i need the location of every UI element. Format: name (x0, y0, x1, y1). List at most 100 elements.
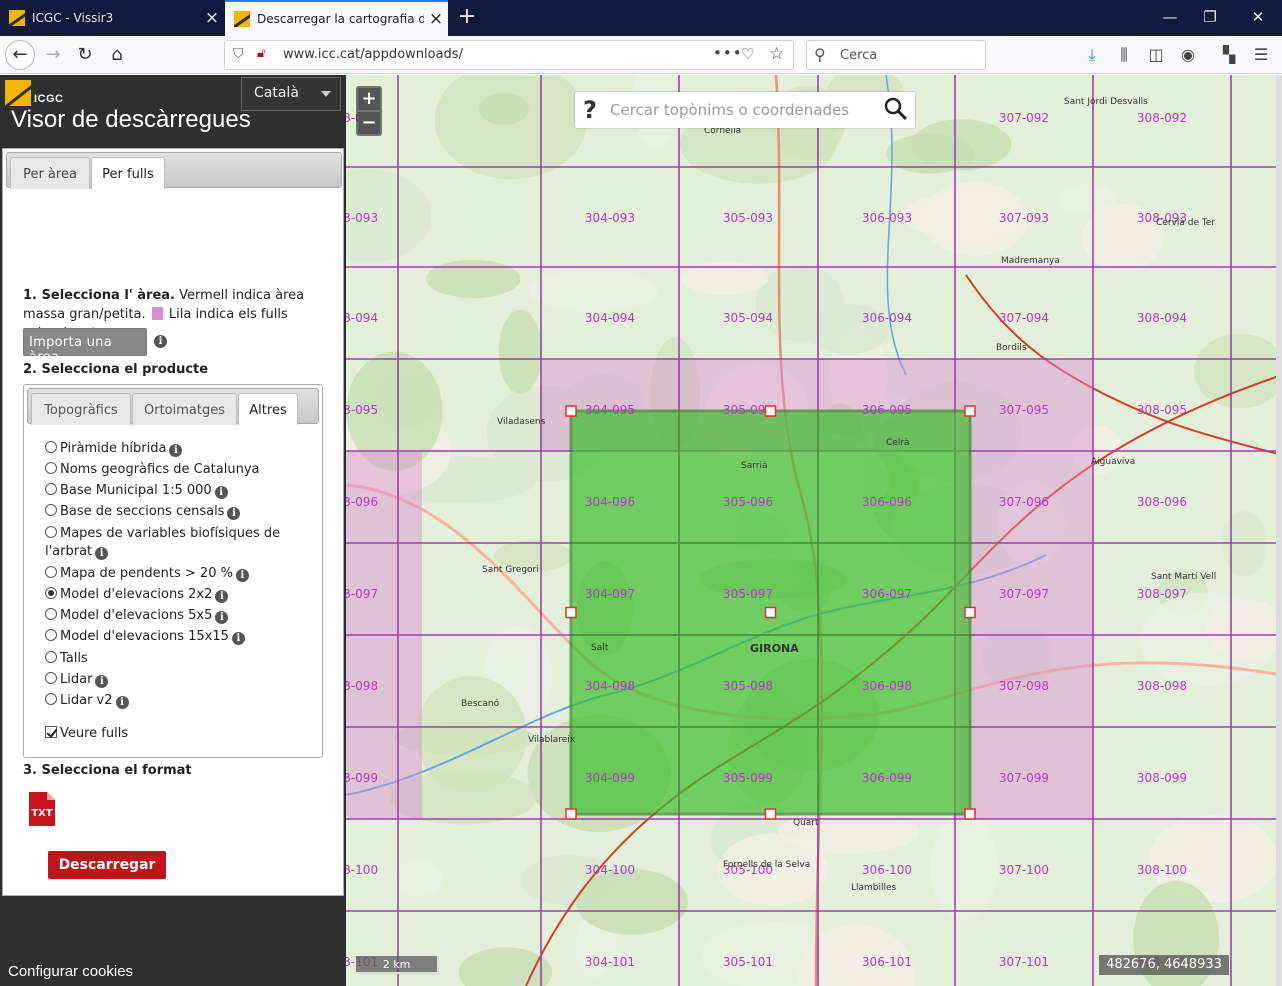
resize-handle[interactable] (764, 808, 777, 820)
option-mapa-pendents[interactable]: Mapa de pendents > 20 % i (45, 565, 249, 583)
resize-handle[interactable] (565, 606, 577, 619)
browser-tab-descarregar[interactable]: Descarregar la cartografia de C × (225, 0, 448, 36)
info-icon[interactable]: i (95, 547, 109, 560)
info-icon[interactable]: i (215, 611, 229, 624)
minimize-button[interactable]: — (1150, 6, 1190, 30)
radio-button[interactable] (45, 526, 57, 538)
map-search-input[interactable]: Cercar topònims o coordenades (610, 101, 849, 119)
back-button[interactable]: ← (5, 40, 35, 70)
option-variables-biofisiques[interactable]: Mapes de variables biofísiques de (45, 525, 280, 543)
terrain-patch (528, 269, 658, 312)
language-select[interactable]: Català (241, 77, 341, 111)
option-lidar-v2[interactable]: Lidar v2 i (45, 692, 129, 710)
option-variables-biofisiques-line2[interactable]: l'arbrat i (45, 543, 109, 561)
radio-button[interactable] (45, 608, 57, 620)
browser-search-input[interactable]: ⚲ Cerca (806, 40, 986, 70)
insecure-lock-icon[interactable]: 🔓︎ (257, 46, 265, 61)
option-model-5x5[interactable]: Model d'elevacions 5x5 i (45, 607, 229, 625)
resize-handle[interactable] (565, 808, 577, 820)
radio-button[interactable] (45, 441, 57, 453)
option-piramide-hibrida[interactable]: Piràmide híbrida i (45, 440, 183, 458)
forward-button[interactable]: → (38, 40, 68, 70)
option-talls[interactable]: Talls (45, 650, 88, 668)
shield-icon[interactable]: ⛉ (233, 46, 244, 62)
info-icon[interactable]: i (115, 696, 129, 709)
topographic-map[interactable]: 303-092304-092305-092306-092307-092308-0… (346, 75, 1282, 986)
window-close-button[interactable]: ✕ (1238, 6, 1278, 30)
sheet-label: 306-101 (862, 955, 912, 969)
sheet-label: 306-095 (862, 403, 912, 417)
tab-ortoimatges[interactable]: Ortoimatges (132, 393, 237, 425)
radio-button[interactable] (45, 672, 57, 684)
resize-handle[interactable] (964, 808, 976, 820)
maximize-button[interactable]: ❐ (1190, 6, 1230, 30)
option-noms-geografics[interactable]: Noms geogràfics de Catalunya (45, 461, 260, 479)
checkbox[interactable] (45, 726, 57, 738)
radio-button-selected[interactable] (45, 587, 57, 599)
info-icon[interactable]: i (154, 335, 167, 348)
close-icon[interactable]: × (200, 8, 224, 28)
option-seccions-censals[interactable]: Base de seccions censals i (45, 503, 241, 521)
close-icon[interactable]: × (424, 9, 448, 29)
sheet-label: 304-100 (585, 863, 635, 877)
account-icon[interactable]: ◉ (1177, 45, 1199, 64)
txt-format-icon[interactable]: TXT (27, 791, 57, 827)
resize-handle[interactable] (764, 606, 777, 619)
info-icon[interactable]: i (95, 675, 109, 688)
resize-handle[interactable] (964, 606, 976, 619)
import-area-button[interactable]: Importa una àrea (23, 328, 147, 365)
tab-per-fulls[interactable]: Per fulls (91, 157, 165, 189)
tab-per-area[interactable]: Per àrea (10, 157, 90, 189)
new-tab-button[interactable]: + (454, 5, 480, 31)
search-icon[interactable] (883, 96, 909, 122)
resize-handle[interactable] (565, 405, 577, 417)
place-label: Bordils (996, 343, 1027, 353)
radio-button[interactable] (45, 462, 57, 474)
tab-altres[interactable]: Altres (238, 393, 298, 425)
info-icon[interactable]: i (235, 569, 249, 582)
resize-handle[interactable] (764, 405, 777, 417)
map-view[interactable]: 303-092304-092305-092306-092307-092308-0… (346, 75, 1282, 986)
radio-button[interactable] (45, 693, 57, 705)
sheet-label: 308-096 (1137, 495, 1187, 509)
url-bar[interactable]: ⛉ 🔓︎ www.icc.cat/appdownloads/ ••• ♡ ☆ (224, 40, 794, 70)
info-icon[interactable]: i (169, 444, 183, 457)
info-icon[interactable]: i (214, 486, 228, 499)
help-icon[interactable]: ? (583, 96, 597, 124)
option-base-municipal[interactable]: Base Municipal 1:5 000 i (45, 482, 228, 500)
resize-handle[interactable] (964, 405, 976, 417)
pocket-icon[interactable]: ♡ (741, 45, 754, 63)
option-lidar[interactable]: Lidar i (45, 671, 109, 689)
extensions-icon[interactable]: ▚ (1218, 45, 1240, 64)
zoom-out-button[interactable]: − (358, 112, 380, 134)
sheet-label: 305-099 (723, 771, 773, 785)
radio-button[interactable] (45, 651, 57, 663)
radio-button[interactable] (45, 483, 57, 495)
option-model-15x15[interactable]: Model d'elevacions 15x15 i (45, 628, 245, 646)
sidebar-icon[interactable]: ◫ (1145, 45, 1167, 64)
download-sidebar: ICGC Català Visor de descàrregues Per àr… (0, 75, 346, 986)
download-button[interactable]: Descarregar (48, 851, 166, 879)
info-icon[interactable]: i (231, 632, 245, 645)
home-button[interactable]: ⌂ (102, 40, 132, 70)
reload-button[interactable]: ↻ (70, 40, 100, 70)
place-label: Madremanya (1001, 256, 1060, 266)
library-icon[interactable]: ⫼ (1113, 45, 1135, 65)
downloads-icon[interactable]: ⤓ (1081, 45, 1103, 65)
info-icon[interactable]: i (215, 590, 229, 603)
url-text[interactable]: www.icc.cat/appdownloads/ (283, 47, 463, 62)
radio-button[interactable] (45, 504, 57, 516)
menu-icon[interactable]: ☰ (1250, 45, 1272, 64)
option-model-2x2[interactable]: Model d'elevacions 2x2 i (45, 586, 229, 604)
radio-button[interactable] (45, 629, 57, 641)
zoom-in-button[interactable]: + (358, 88, 380, 110)
browser-tab-vissir[interactable]: ICGC - Vissir3 × (0, 0, 224, 36)
page-actions-icon[interactable]: ••• (713, 44, 743, 62)
radio-button[interactable] (45, 566, 57, 578)
cookies-link[interactable]: Configurar cookies (8, 963, 133, 980)
page-scrollbar[interactable] (1276, 75, 1282, 986)
tab-topografics[interactable]: Topogràfics (31, 393, 131, 425)
info-icon[interactable]: i (227, 507, 241, 520)
show-sheets-checkbox[interactable]: Veure fulls (45, 725, 128, 743)
bookmark-star-icon[interactable]: ☆ (769, 44, 784, 64)
